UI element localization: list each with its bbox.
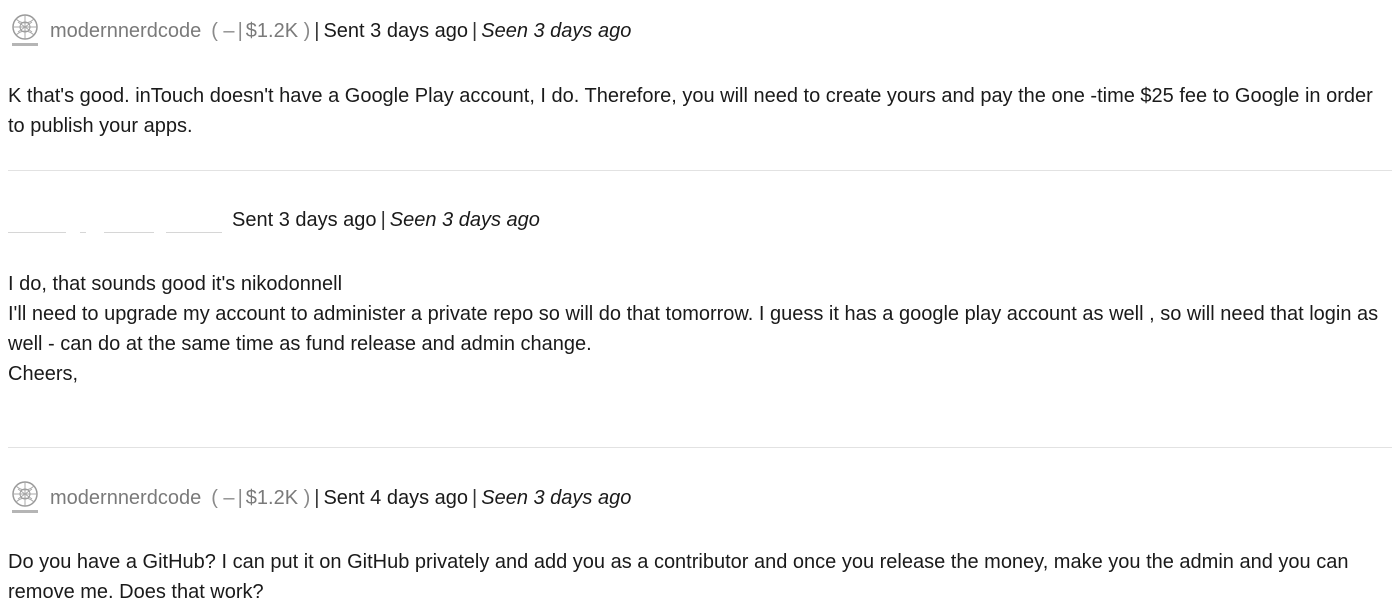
globe-network-logo-icon[interactable] bbox=[8, 479, 42, 517]
sent-timestamp: Sent 4 days ago bbox=[323, 486, 469, 509]
seen-timestamp: Seen 3 days ago bbox=[389, 208, 540, 231]
message-line: Do you have a GitHub? I can put it on Gi… bbox=[8, 551, 1349, 573]
message-header: modernnerdcode ( – | $1.2K ) | Sent 4 days… bbox=[8, 481, 631, 515]
reputation-amount: $1.2K bbox=[245, 19, 299, 42]
separator: | bbox=[472, 486, 478, 509]
sent-timestamp: Sent 3 days ago bbox=[232, 208, 377, 231]
message-line: I'll need to upgrade my account to admin… bbox=[8, 303, 1379, 325]
message-body: I do, that sounds good it's nikodonnell … bbox=[8, 269, 1398, 389]
seen-timestamp: Seen 3 days ago bbox=[481, 19, 632, 42]
separator: | bbox=[472, 19, 478, 42]
username-link[interactable]: modernnerdcode bbox=[50, 20, 201, 43]
separator: | bbox=[314, 486, 320, 509]
reputation-close: ) bbox=[303, 19, 311, 42]
reputation-open: ( – bbox=[211, 486, 235, 509]
redacted-username bbox=[8, 205, 226, 235]
message-line: K that's good. inTouch doesn't have a Go… bbox=[8, 85, 1373, 107]
message-line: well - can do at the same time as fund r… bbox=[8, 333, 592, 355]
message-body: K that's good. inTouch doesn't have a Go… bbox=[8, 81, 1398, 141]
message-body: Do you have a GitHub? I can put it on Gi… bbox=[8, 547, 1398, 607]
username-link[interactable]: modernnerdcode bbox=[50, 487, 201, 510]
separator: | bbox=[237, 19, 243, 42]
separator: | bbox=[314, 19, 320, 42]
globe-network-logo-icon[interactable] bbox=[8, 12, 42, 50]
separator: | bbox=[380, 208, 386, 231]
message-line: I do, that sounds good it's nikodonnell bbox=[8, 273, 343, 295]
message-header: Sent 3 days ago | Seen 3 days ago bbox=[8, 203, 540, 237]
reputation-badge: ( – | $1.2K ) bbox=[211, 20, 310, 43]
sent-timestamp: Sent 3 days ago bbox=[323, 19, 469, 42]
message-line: to publish your apps. bbox=[8, 115, 193, 137]
message-divider bbox=[8, 447, 1392, 448]
reputation-open: ( – bbox=[211, 19, 235, 42]
seen-timestamp: Seen 3 days ago bbox=[481, 486, 632, 509]
reputation-badge: ( – | $1.2K ) bbox=[211, 487, 310, 510]
message-header: modernnerdcode ( – | $1.2K ) | Sent 3 days… bbox=[8, 14, 631, 48]
message-line: Cheers, bbox=[8, 363, 79, 385]
message-divider bbox=[8, 170, 1392, 171]
message-line: remove me. Does that work? bbox=[8, 581, 264, 603]
separator: | bbox=[237, 486, 243, 509]
reputation-amount: $1.2K bbox=[245, 486, 299, 509]
reputation-close: ) bbox=[303, 486, 311, 509]
